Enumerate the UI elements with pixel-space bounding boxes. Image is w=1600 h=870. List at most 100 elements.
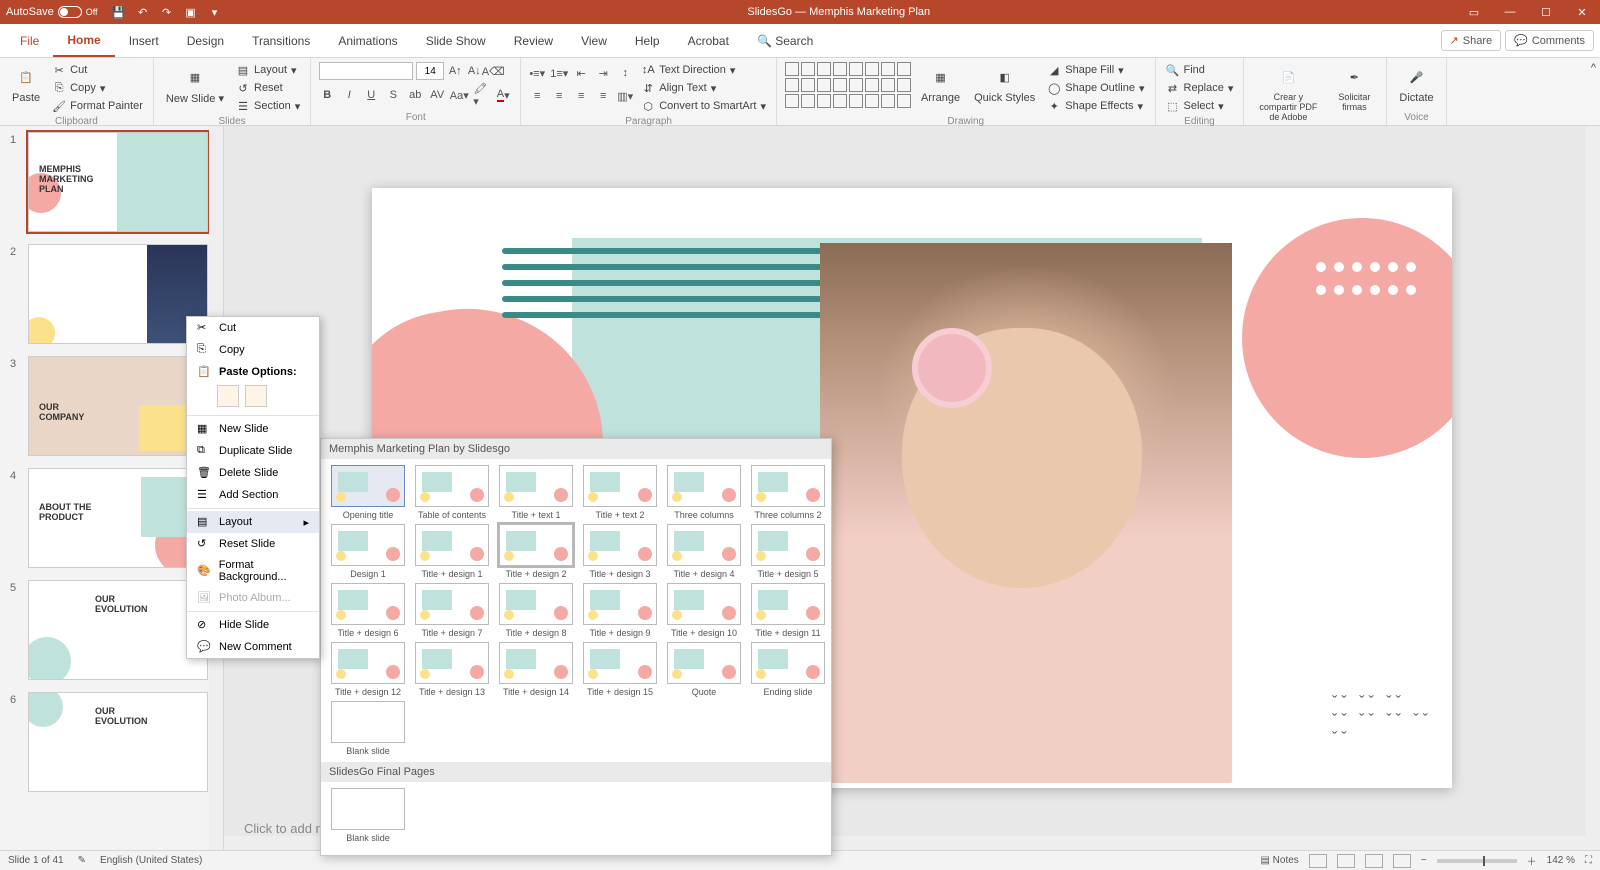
underline-icon[interactable]: U <box>363 87 379 103</box>
tab-slideshow[interactable]: Slide Show <box>412 26 500 56</box>
close-icon[interactable]: ✕ <box>1564 0 1600 24</box>
align-text-button[interactable]: ⇵Align Text ▾ <box>639 80 768 96</box>
line-spacing-icon[interactable]: ↕ <box>617 65 633 81</box>
paste-button[interactable]: 📋 Paste <box>8 62 44 106</box>
layout-option[interactable]: Three columns <box>665 465 743 520</box>
layout-option[interactable]: Title + design 13 <box>413 642 491 697</box>
arrange-button[interactable]: ▦Arrange <box>917 62 964 106</box>
shapes-gallery[interactable] <box>785 62 911 108</box>
shape-fill-button[interactable]: ◢Shape Fill ▾ <box>1045 62 1146 78</box>
section-button[interactable]: ☰Section ▾ <box>234 98 302 114</box>
new-slide-button[interactable]: ▦ New Slide ▾ <box>162 62 228 107</box>
toggle-switch-icon[interactable] <box>58 6 82 18</box>
maximize-icon[interactable]: ☐ <box>1528 0 1564 24</box>
layout-button[interactable]: ▤Layout ▾ <box>234 62 302 78</box>
reading-view-icon[interactable] <box>1365 854 1383 868</box>
zoom-slider[interactable] <box>1437 859 1517 863</box>
share-button[interactable]: ↗Share <box>1441 30 1502 51</box>
bold-icon[interactable]: B <box>319 87 335 103</box>
ctx-format-background[interactable]: 🎨Format Background... <box>187 555 319 587</box>
select-button[interactable]: ⬚Select ▾ <box>1164 98 1236 114</box>
request-signatures-button[interactable]: ✒Solicitar firmas <box>1330 62 1378 114</box>
layout-option[interactable]: Title + design 1 <box>413 524 491 579</box>
tab-view[interactable]: View <box>567 26 621 56</box>
canvas-v-scrollbar[interactable] <box>1586 126 1600 850</box>
layout-option[interactable]: Title + design 3 <box>581 524 659 579</box>
fit-to-window-icon[interactable]: ⛶ <box>1585 855 1592 866</box>
thumbnail-slide-1[interactable]: MEMPHIS MARKETING PLAN <box>28 132 208 232</box>
italic-icon[interactable]: I <box>341 87 357 103</box>
thumbnail-slide-6[interactable]: OUR EVOLUTION <box>28 692 208 792</box>
layout-option[interactable]: Blank slide <box>329 788 407 843</box>
cut-button[interactable]: ✂Cut <box>50 62 145 78</box>
ctx-reset-slide[interactable]: ↺Reset Slide <box>187 533 319 555</box>
copy-button[interactable]: ⎘Copy ▾ <box>50 80 145 96</box>
tab-acrobat[interactable]: Acrobat <box>674 26 743 56</box>
reset-button[interactable]: ↺Reset <box>234 80 302 96</box>
layout-option[interactable]: Title + design 8 <box>497 583 575 638</box>
zoom-in-icon[interactable]: ＋ <box>1527 853 1537 868</box>
bullets-icon[interactable]: •≡▾ <box>529 65 545 81</box>
find-button[interactable]: 🔍Find <box>1164 62 1236 78</box>
normal-view-icon[interactable] <box>1309 854 1327 868</box>
tab-animations[interactable]: Animations <box>324 26 411 56</box>
notes-button[interactable]: ▤ Notes <box>1260 855 1298 866</box>
highlight-icon[interactable]: 🖍▾ <box>473 87 489 103</box>
tab-home[interactable]: Home <box>53 25 114 57</box>
tab-file[interactable]: File <box>6 26 53 56</box>
char-spacing-icon[interactable]: AV <box>429 87 445 103</box>
zoom-level[interactable]: 142 % <box>1547 855 1575 866</box>
paste-keep-source-button[interactable] <box>217 385 239 407</box>
layout-option[interactable]: Title + design 5 <box>749 524 827 579</box>
thumbnail-slide-4[interactable]: ABOUT THE PRODUCT <box>28 468 208 568</box>
layout-option[interactable]: Title + design 12 <box>329 642 407 697</box>
layout-option[interactable]: Title + design 6 <box>329 583 407 638</box>
language-button[interactable]: English (United States) <box>100 855 202 866</box>
comments-button[interactable]: 💬Comments <box>1505 30 1594 51</box>
ctx-copy[interactable]: ⎘Copy <box>187 339 319 361</box>
ctx-delete-slide[interactable]: 🗑Delete Slide <box>187 462 319 484</box>
spellcheck-icon[interactable]: ✎ <box>78 855 86 866</box>
layout-option[interactable]: Title + design 4 <box>665 524 743 579</box>
thumbnail-slide-3[interactable]: OUR COMPANY <box>28 356 208 456</box>
layout-option[interactable]: Ending slide <box>749 642 827 697</box>
sorter-view-icon[interactable] <box>1337 854 1355 868</box>
layout-option[interactable]: Opening title <box>329 465 407 520</box>
layout-option[interactable]: Blank slide <box>329 701 407 756</box>
shape-effects-button[interactable]: ✦Shape Effects ▾ <box>1045 98 1146 114</box>
tab-search[interactable]: 🔍 Search <box>743 26 827 56</box>
create-share-pdf-button[interactable]: 📄Crear y compartir PDF de Adobe <box>1252 62 1324 124</box>
ctx-new-slide[interactable]: ▦New Slide <box>187 418 319 440</box>
align-right-icon[interactable]: ≡ <box>573 88 589 104</box>
change-case-icon[interactable]: Aa▾ <box>451 87 467 103</box>
quick-styles-button[interactable]: ◧Quick Styles <box>970 62 1039 106</box>
tab-transitions[interactable]: Transitions <box>238 26 324 56</box>
save-icon[interactable]: 💾 <box>112 5 126 19</box>
ctx-cut[interactable]: ✂Cut <box>187 317 319 339</box>
thumbnail-slide-5[interactable]: OUR EVOLUTION <box>28 580 208 680</box>
justify-icon[interactable]: ≡ <box>595 88 611 104</box>
numbering-icon[interactable]: 1≡▾ <box>551 65 567 81</box>
ctx-add-section[interactable]: ☰Add Section <box>187 484 319 506</box>
layout-option[interactable]: Title + design 2 <box>497 524 575 579</box>
layout-option[interactable]: Title + text 1 <box>497 465 575 520</box>
ctx-hide-slide[interactable]: ⊘Hide Slide <box>187 614 319 636</box>
increase-size-icon[interactable]: A↑ <box>447 63 463 79</box>
align-left-icon[interactable]: ≡ <box>529 88 545 104</box>
layout-option[interactable]: Title + text 2 <box>581 465 659 520</box>
tab-design[interactable]: Design <box>173 26 238 56</box>
tab-insert[interactable]: Insert <box>115 26 173 56</box>
font-family-input[interactable] <box>319 62 413 80</box>
dictate-button[interactable]: 🎤Dictate <box>1395 62 1437 106</box>
layout-option[interactable]: Title + design 15 <box>581 642 659 697</box>
zoom-out-icon[interactable]: − <box>1421 855 1427 866</box>
format-painter-button[interactable]: 🖌Format Painter <box>50 98 145 114</box>
columns-icon[interactable]: ▥▾ <box>617 88 633 104</box>
decrease-indent-icon[interactable]: ⇤ <box>573 65 589 81</box>
layout-option[interactable]: Three columns 2 <box>749 465 827 520</box>
tab-review[interactable]: Review <box>500 26 567 56</box>
layout-option[interactable]: Title + design 9 <box>581 583 659 638</box>
layout-option[interactable]: Quote <box>665 642 743 697</box>
strike-icon[interactable]: S <box>385 87 401 103</box>
slideshow-view-icon[interactable] <box>1393 854 1411 868</box>
